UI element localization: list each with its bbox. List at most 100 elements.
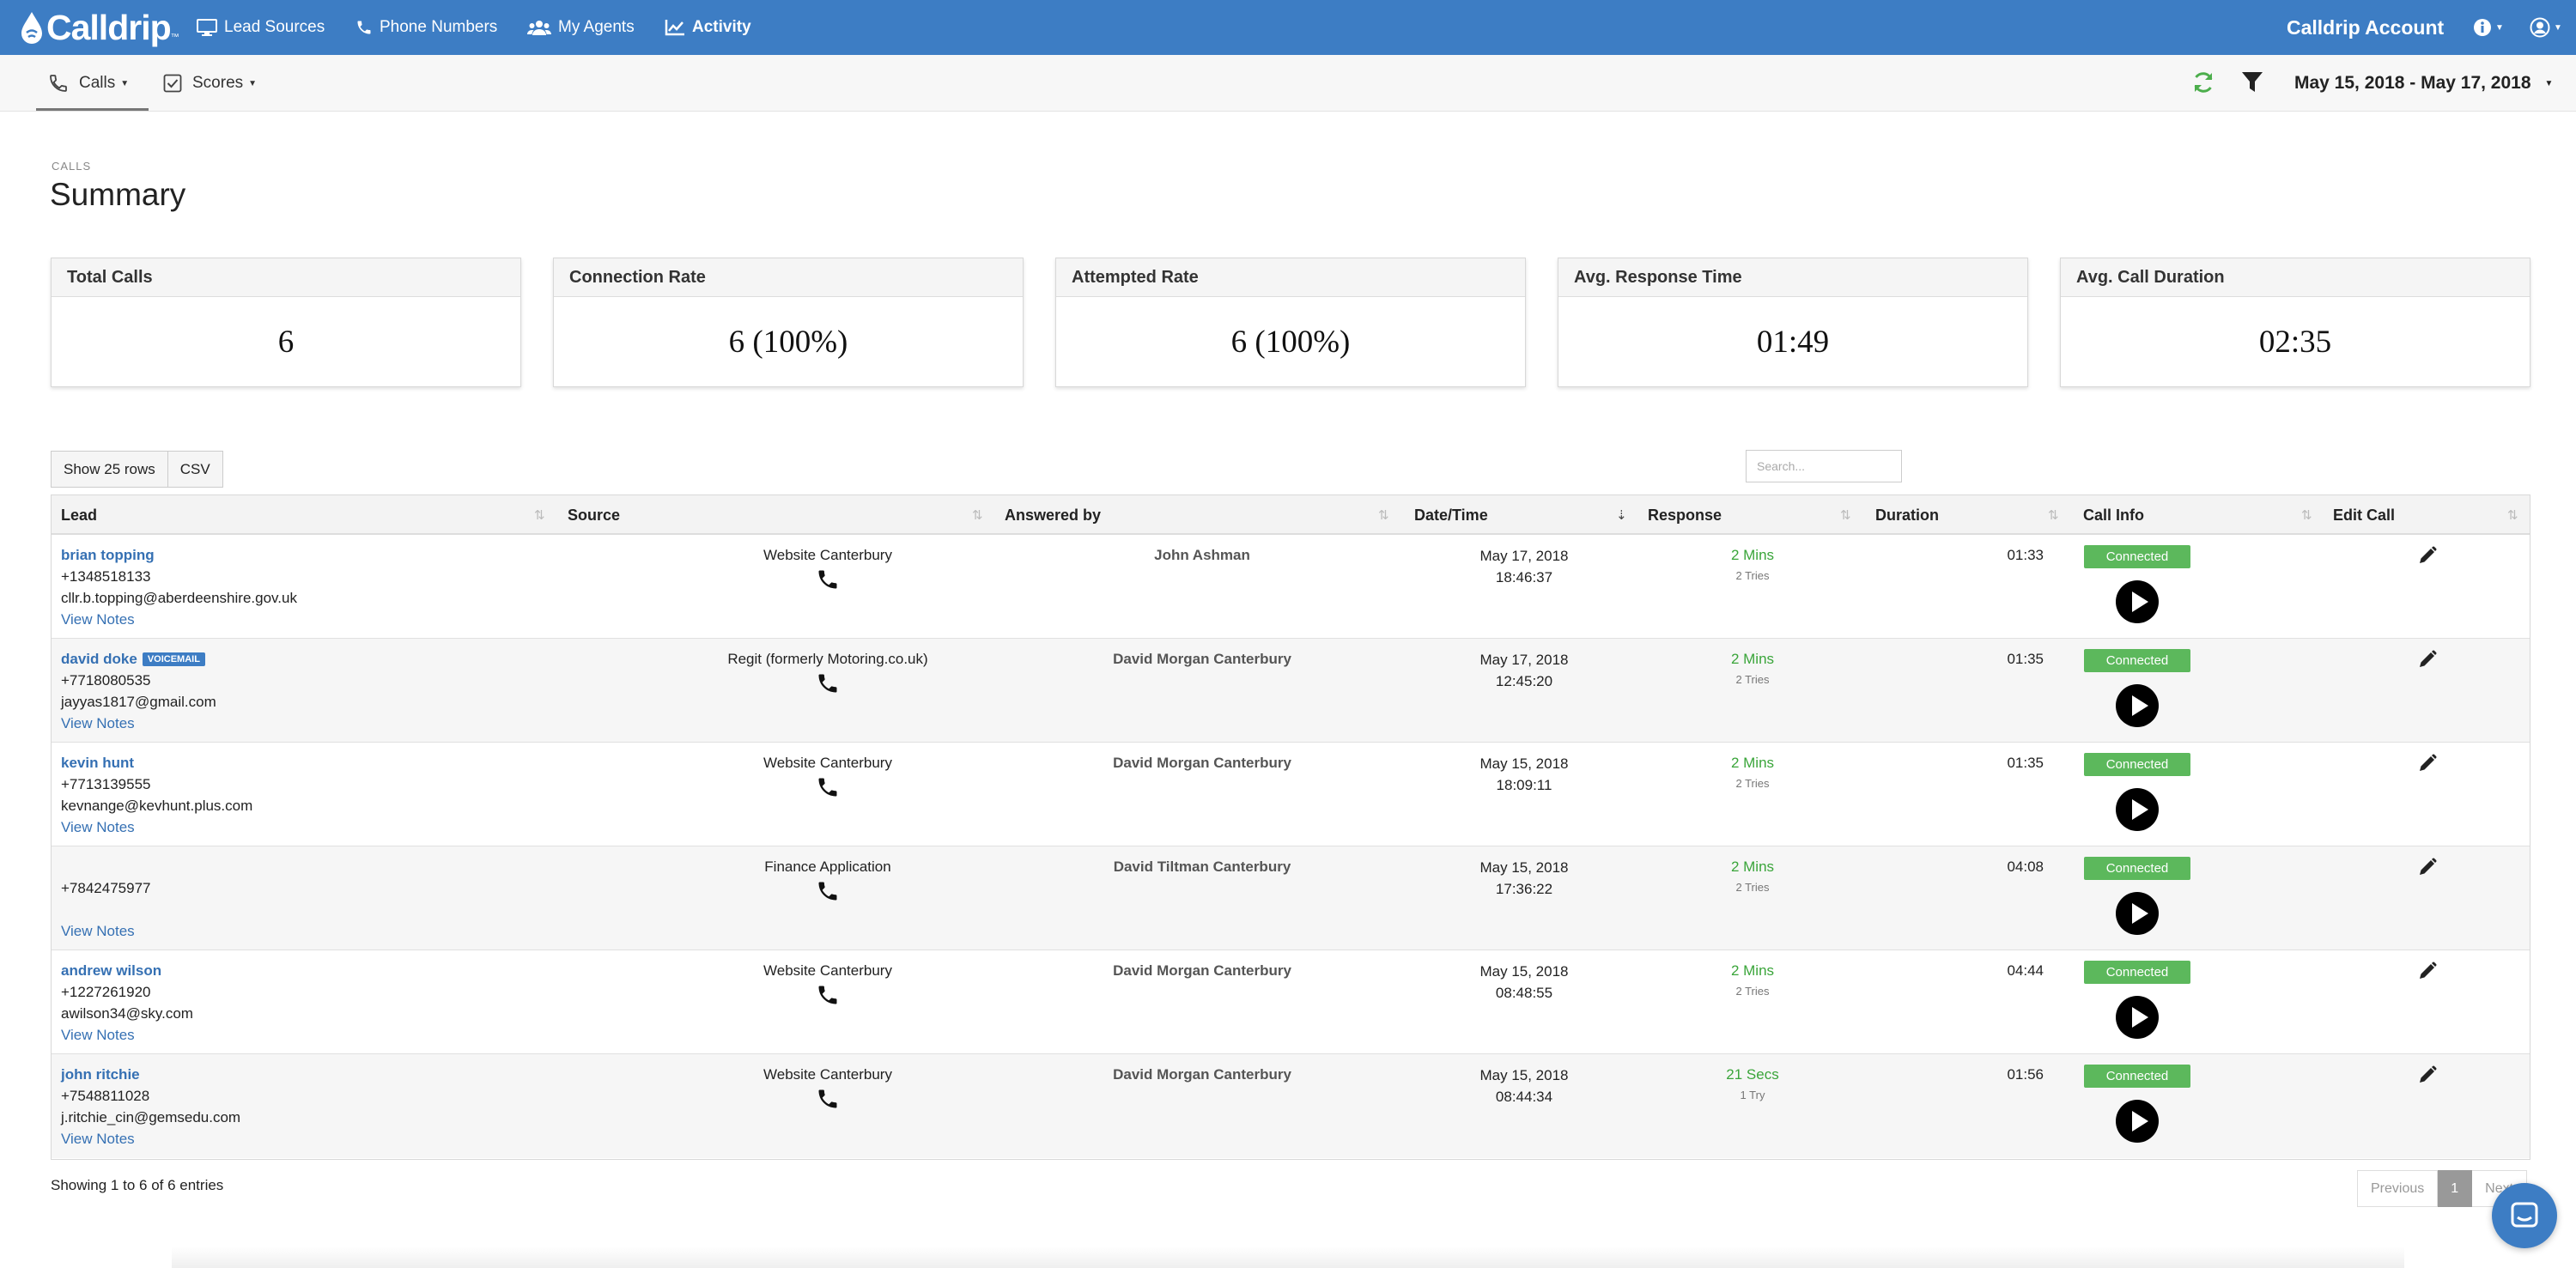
- lead-name-link[interactable]: john ritchie: [61, 1066, 140, 1083]
- response-cell: 2 Mins 2 Tries: [1701, 962, 1804, 998]
- column-header-answered-by[interactable]: Answered by: [1005, 495, 1101, 535]
- datetime-cell: May 15, 2018 08:48:55: [1455, 961, 1593, 1004]
- search-input[interactable]: [1746, 450, 1902, 482]
- stat-label: Avg. Response Time: [1558, 258, 2027, 297]
- sort-icon[interactable]: ⇅: [972, 507, 983, 523]
- lead-phone: +7842475977: [61, 880, 151, 896]
- view-notes-link[interactable]: View Notes: [61, 715, 135, 732]
- datetime-cell: May 15, 2018 08:44:34: [1455, 1065, 1593, 1107]
- view-notes-link[interactable]: View Notes: [61, 1131, 135, 1148]
- nav-my-agents[interactable]: My Agents: [527, 0, 635, 55]
- sort-icon[interactable]: ⇅: [2507, 507, 2518, 523]
- stat-card-connection-rate: Connection Rate 6 (100%): [553, 258, 1024, 387]
- column-header-duration[interactable]: Duration: [1875, 495, 1939, 535]
- chat-launcher[interactable]: [2492, 1183, 2557, 1248]
- stat-value: 01:49: [1756, 324, 1830, 360]
- lead-name-link[interactable]: kevin hunt: [61, 755, 134, 772]
- pencil-icon[interactable]: [2417, 961, 2438, 981]
- account-menu[interactable]: Calldrip Account: [2287, 0, 2444, 55]
- lead-email: cllr.b.topping@aberdeenshire.gov.uk: [61, 590, 297, 606]
- column-header-edit-call[interactable]: Edit Call: [2333, 495, 2395, 535]
- call-time: 12:45:20: [1495, 673, 1553, 689]
- sort-icon[interactable]: ⇅: [2301, 507, 2312, 523]
- pencil-icon[interactable]: [2417, 1065, 2438, 1085]
- play-recording-icon[interactable]: [2115, 1099, 2160, 1144]
- pagination-previous[interactable]: Previous: [2357, 1170, 2439, 1207]
- response-tries: 2 Tries: [1735, 777, 1770, 790]
- brand-name: Calldrip: [46, 7, 172, 47]
- call-time: 18:46:37: [1495, 569, 1553, 585]
- column-header-response[interactable]: Response: [1648, 495, 1722, 535]
- play-recording-icon[interactable]: [2115, 891, 2160, 936]
- info-icon: [2474, 19, 2491, 36]
- lead-name-link[interactable]: brian topping: [61, 547, 155, 564]
- chevron-down-icon: ▼: [120, 78, 130, 88]
- source-cell: Finance Application: [699, 858, 957, 903]
- nav-activity[interactable]: Activity: [665, 0, 751, 55]
- tab-calls-label: Calls: [79, 74, 116, 92]
- date-range-label: May 15, 2018 - May 17, 2018: [2294, 73, 2531, 93]
- show-rows-button[interactable]: Show 25 rows: [51, 451, 168, 488]
- table-row: +7842475977 View Notes Finance Applicati…: [52, 846, 2530, 950]
- play-recording-icon[interactable]: [2115, 995, 2160, 1040]
- call-time: 08:48:55: [1495, 985, 1553, 1001]
- sort-icon[interactable]: ⇅: [1378, 507, 1389, 523]
- nav-phone-numbers[interactable]: Phone Numbers: [355, 0, 497, 55]
- lead-phone: +1227261920: [61, 984, 151, 1000]
- source-label: Finance Application: [764, 858, 891, 875]
- sort-icon[interactable]: ⇅: [2048, 507, 2059, 523]
- sort-icon[interactable]: ⇅: [1840, 507, 1851, 523]
- play-recording-icon[interactable]: [2115, 683, 2160, 728]
- pencil-icon[interactable]: [2417, 545, 2438, 566]
- brand-logo[interactable]: Calldrip ™: [19, 7, 179, 48]
- lead-name-link[interactable]: andrew wilson: [61, 962, 161, 980]
- refresh-icon[interactable]: [2191, 70, 2215, 94]
- source-label: Website Canterbury: [763, 755, 892, 771]
- column-header-lead[interactable]: Lead: [61, 495, 97, 535]
- call-time: 08:44:34: [1495, 1089, 1553, 1105]
- phone-icon[interactable]: [816, 983, 840, 1007]
- view-notes-link[interactable]: View Notes: [61, 923, 135, 940]
- tab-scores[interactable]: Scores ▼: [163, 55, 257, 112]
- nav-lead-sources[interactable]: Lead Sources: [197, 0, 325, 55]
- table-row: john ritchie +7548811028 j.ritchie_cin@g…: [52, 1054, 2530, 1158]
- phone-icon: [357, 21, 371, 34]
- date-range-picker[interactable]: May 15, 2018 - May 17, 2018 ▼: [2294, 55, 2553, 112]
- lead-name-link[interactable]: david doke: [61, 651, 137, 667]
- sort-desc-icon[interactable]: ⇣: [1616, 507, 1627, 523]
- stat-card-total-calls: Total Calls 6: [51, 258, 521, 387]
- phone-icon[interactable]: [816, 775, 840, 799]
- filter-icon[interactable]: [2241, 70, 2263, 94]
- source-cell: Website Canterbury: [699, 1066, 957, 1111]
- view-notes-link[interactable]: View Notes: [61, 819, 135, 836]
- sort-icon[interactable]: ⇅: [534, 507, 545, 523]
- source-label: Regit (formerly Motoring.co.uk): [727, 651, 928, 667]
- stat-card-avg-response-time: Avg. Response Time 01:49: [1558, 258, 2028, 387]
- phone-icon[interactable]: [816, 671, 840, 695]
- user-menu[interactable]: ▼: [2530, 0, 2562, 55]
- lead-email: jayyas1817@gmail.com: [61, 694, 216, 710]
- pagination-page[interactable]: 1: [2438, 1170, 2473, 1207]
- csv-export-button[interactable]: CSV: [167, 451, 223, 488]
- lead-phone: +1348518133: [61, 568, 151, 585]
- column-header-call-info[interactable]: Call Info: [2083, 495, 2144, 535]
- view-notes-link[interactable]: View Notes: [61, 611, 135, 628]
- view-notes-link[interactable]: View Notes: [61, 1027, 135, 1044]
- pencil-icon[interactable]: [2417, 753, 2438, 774]
- response-time: 2 Mins: [1730, 755, 1775, 771]
- stat-value: 02:35: [2258, 324, 2332, 360]
- chevron-down-icon: ▼: [2495, 22, 2504, 33]
- pencil-icon[interactable]: [2417, 649, 2438, 670]
- play-recording-icon[interactable]: [2115, 579, 2160, 624]
- column-header-date-time[interactable]: Date/Time: [1414, 495, 1488, 535]
- phone-icon[interactable]: [816, 1087, 840, 1111]
- status-badge: Connected: [2084, 545, 2190, 568]
- phone-icon[interactable]: [816, 879, 840, 903]
- pencil-icon[interactable]: [2417, 857, 2438, 877]
- tab-calls[interactable]: Calls ▼: [48, 55, 129, 112]
- call-duration: 04:44: [2007, 962, 2044, 979]
- play-recording-icon[interactable]: [2115, 787, 2160, 832]
- info-menu[interactable]: ▼: [2473, 0, 2504, 55]
- phone-icon[interactable]: [816, 567, 840, 592]
- column-header-source[interactable]: Source: [568, 495, 620, 535]
